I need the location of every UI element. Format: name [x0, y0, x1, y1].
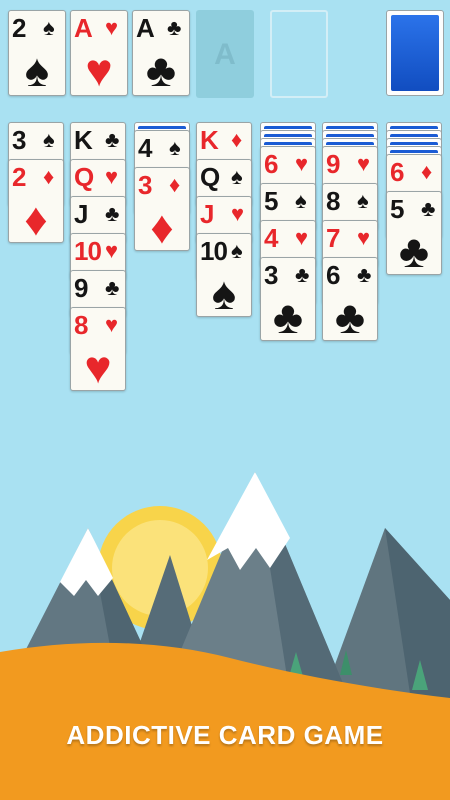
card-suit-small: ♥ — [105, 15, 119, 40]
card-suit-small: ♥ — [231, 201, 245, 226]
card-rank: 4 — [264, 223, 279, 253]
card-rank: 8 — [326, 186, 341, 216]
card-suit-small: ♠ — [43, 15, 55, 40]
card-rank: 5 — [390, 194, 405, 224]
card-suit-large: ♣ — [398, 225, 430, 275]
card-rank: 9 — [74, 273, 89, 303]
card-suit-small: ♦ — [43, 164, 55, 189]
foundation-card[interactable]: A ♥ ♥ — [70, 10, 128, 96]
card-suit-small: ♦ — [421, 159, 433, 184]
card-suit-small: ♠ — [231, 164, 243, 189]
card-suit-large: ♠ — [211, 267, 237, 317]
card-rank: 2 — [12, 162, 27, 192]
card-suit-small: ♠ — [43, 127, 55, 152]
tableau-card[interactable]: 3 ♦ ♦ — [134, 167, 190, 251]
tableau-card[interactable]: 3 ♣ ♣ — [260, 257, 316, 341]
landscape-background — [0, 472, 450, 800]
card-suit-large: ♠ — [24, 44, 50, 96]
tableau-card[interactable]: 5 ♣ ♣ — [386, 191, 442, 275]
card-suit-small: ♦ — [231, 127, 243, 152]
card-rank: 6 — [326, 260, 341, 290]
card-back — [391, 15, 439, 91]
card-suit-large: ♥ — [85, 44, 113, 96]
card-suit-large: ♦ — [24, 193, 48, 243]
card-suit-small: ♠ — [295, 188, 307, 213]
card-rank: 8 — [74, 310, 89, 340]
card-suit-small: ♠ — [169, 135, 181, 160]
card-suit-large: ♦ — [150, 201, 174, 251]
card-rank: A — [74, 13, 93, 43]
card-suit-small: ♣ — [295, 262, 310, 287]
card-rank: 10 — [200, 236, 228, 266]
card-rank: 10 — [74, 236, 102, 266]
card-suit-large: ♣ — [272, 291, 304, 341]
card-suit-small: ♥ — [105, 238, 119, 263]
card-rank: 6 — [390, 157, 405, 187]
tableau-card[interactable]: 2 ♦ ♦ — [8, 159, 64, 243]
foundation-card[interactable]: 2 ♠ ♠ — [8, 10, 66, 96]
card-suit-large: ♣ — [334, 291, 366, 341]
card-suit-small: ♥ — [357, 225, 371, 250]
tableau-card[interactable]: 8 ♥ ♥ — [70, 307, 126, 391]
card-rank: Q — [74, 162, 94, 192]
card-suit-small: ♣ — [105, 275, 120, 300]
card-suit-small: ♣ — [105, 201, 120, 226]
empty-foundation-slot[interactable]: A — [196, 10, 254, 98]
card-suit-small: ♥ — [295, 225, 309, 250]
card-rank: 4 — [138, 133, 153, 163]
card-rank: 5 — [264, 186, 279, 216]
card-suit-small: ♣ — [167, 15, 182, 40]
card-suit-large: ♣ — [145, 44, 177, 96]
card-rank: 9 — [326, 149, 341, 179]
empty-foundation-label: A — [214, 38, 236, 71]
card-suit-small: ♥ — [357, 151, 371, 176]
card-rank: J — [74, 199, 89, 229]
card-suit-small: ♥ — [295, 151, 309, 176]
card-rank: J — [200, 199, 215, 229]
card-rank: A — [136, 13, 155, 43]
card-rank: K — [74, 125, 93, 155]
card-suit-small: ♣ — [421, 196, 436, 221]
card-suit-small: ♥ — [105, 312, 119, 337]
card-suit-large: ♥ — [84, 341, 112, 391]
card-rank: 3 — [138, 170, 153, 200]
card-suit-small: ♣ — [105, 127, 120, 152]
waste-pile-empty[interactable] — [270, 10, 328, 98]
card-rank: K — [200, 125, 219, 155]
tableau-card[interactable]: 10 ♠ ♠ — [196, 233, 252, 317]
card-rank: 3 — [264, 260, 279, 290]
foundation-card[interactable]: A ♣ ♣ — [132, 10, 190, 96]
stock-pile[interactable] — [386, 10, 444, 96]
card-rank: Q — [200, 162, 220, 192]
card-suit-small: ♠ — [357, 188, 369, 213]
card-rank: 7 — [326, 223, 341, 253]
promo-caption: ADDICTIVE CARD GAME — [66, 720, 384, 750]
card-rank: 2 — [12, 13, 27, 43]
card-suit-small: ♦ — [169, 172, 181, 197]
card-suit-small: ♣ — [357, 262, 372, 287]
card-rank: 6 — [264, 149, 279, 179]
card-suit-small: ♠ — [231, 238, 243, 263]
card-suit-small: ♥ — [105, 164, 119, 189]
tableau-card[interactable]: 6 ♣ ♣ — [322, 257, 378, 341]
card-rank: 3 — [12, 125, 27, 155]
